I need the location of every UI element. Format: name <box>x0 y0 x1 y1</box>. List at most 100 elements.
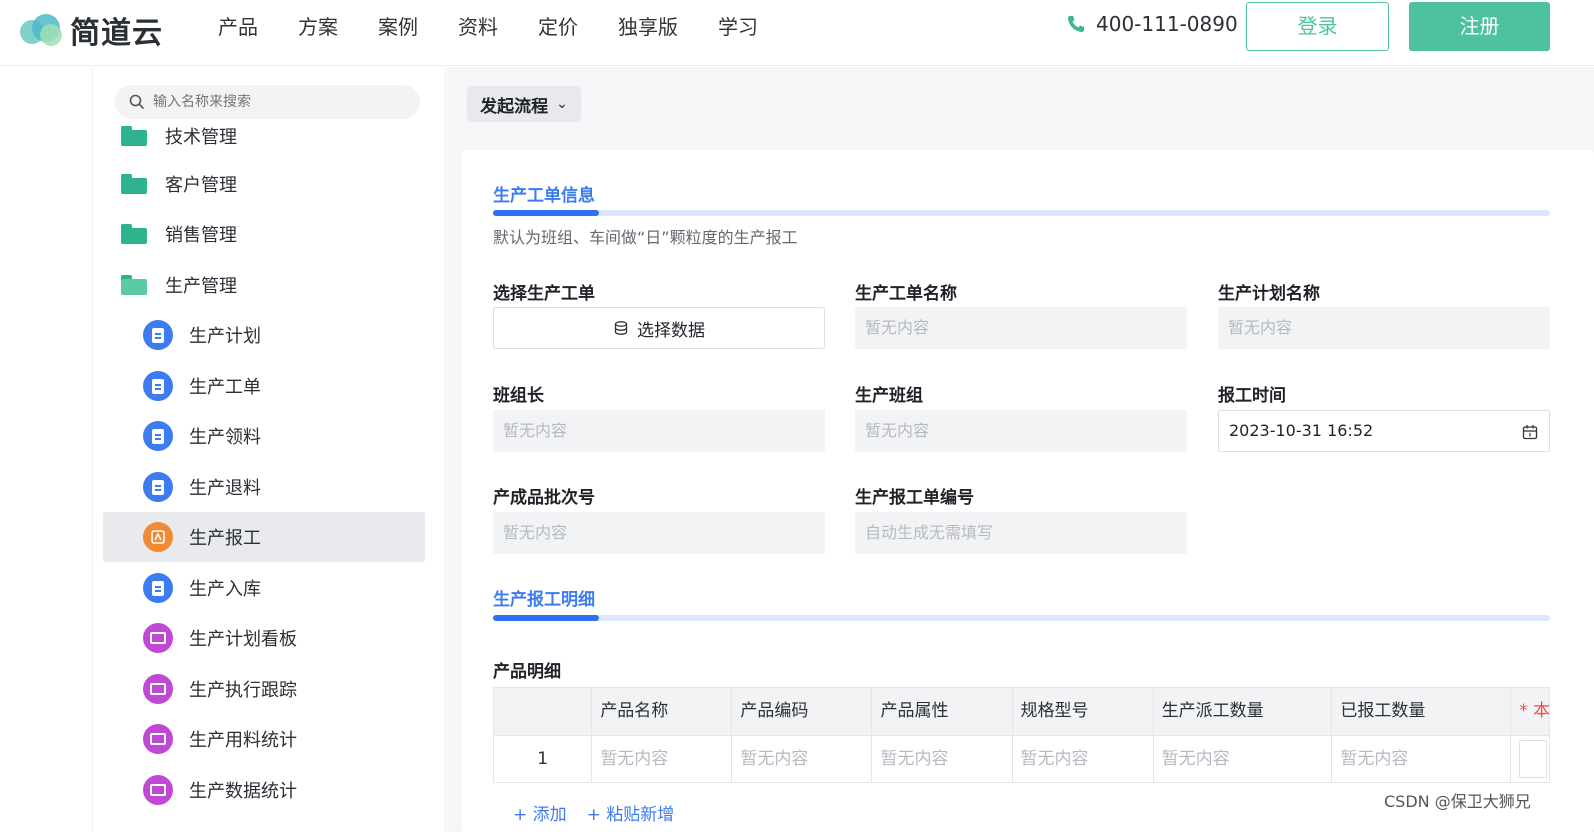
sidebar-item-label: 生产工单 <box>189 377 261 398</box>
report-time-value: 2023-10-31 16:52 <box>1229 421 1374 440</box>
database-icon <box>614 321 628 335</box>
table-cell-input[interactable] <box>1511 736 1549 782</box>
calendar-icon[interactable] <box>1522 424 1538 440</box>
search-icon <box>129 94 145 110</box>
sidebar-folder-customer[interactable]: 客户管理 <box>103 159 425 209</box>
sidebar-item-label: 生产报工 <box>189 528 261 549</box>
nav-item-solutions[interactable]: 方案 <box>298 12 338 42</box>
sidebar-folder-partial[interactable]: 技术管理 <box>103 111 425 161</box>
form-card: 生产工单信息 默认为班组、车间做“日”颗粒度的生产报工 选择生产工单 选择数据 … <box>462 150 1594 832</box>
field-label-team-leader: 班组长 <box>493 386 544 406</box>
sidebar-item-label: 生产计划看板 <box>189 629 297 650</box>
column-header: 规格型号 <box>1013 688 1154 735</box>
sidebar-item-execution-tracking[interactable]: 生产执行跟踪 <box>103 664 425 714</box>
sidebar-folder-sales[interactable]: 销售管理 <box>103 209 425 259</box>
table-cell: 暂无内容 <box>1154 736 1333 782</box>
field-label-batch-no: 产成品批次号 <box>493 488 595 508</box>
sidebar-item-label: 生产退料 <box>189 478 261 499</box>
form-icon <box>143 371 173 401</box>
phone-contact: 400-111-0890 <box>1066 12 1238 36</box>
sidebar-item-material-pick[interactable]: 生产领料 <box>103 411 425 461</box>
login-button[interactable]: 登录 <box>1246 2 1389 51</box>
app-sidebar: 技术管理 客户管理 销售管理 生产管理 生产计划 生产工单 生产领料 生产退料 … <box>92 67 446 832</box>
folder-open-icon <box>121 275 147 295</box>
column-header: 已报工数量 <box>1332 688 1512 735</box>
brand-logo[interactable]: 简道云 <box>18 8 163 52</box>
sidebar-item-label: 生产入库 <box>189 579 261 600</box>
sidebar-item-warehouse-in[interactable]: 生产入库 <box>103 563 425 613</box>
report-time-input[interactable]: 2023-10-31 16:52 <box>1218 410 1550 452</box>
flow-icon <box>143 522 173 552</box>
sidebar-item-data-stats[interactable]: 生产数据统计 <box>103 765 425 815</box>
sidebar-item-label: 生产用料统计 <box>189 730 297 751</box>
nav-item-dedicated[interactable]: 独享版 <box>618 12 678 42</box>
column-header-required: * 本 <box>1519 701 1550 721</box>
batch-no-field: 暂无内容 <box>493 512 825 554</box>
sidebar-item-plan-board[interactable]: 生产计划看板 <box>103 613 425 663</box>
nav-item-pricing[interactable]: 定价 <box>538 12 578 42</box>
sidebar-item-label: 生产计划 <box>189 326 261 347</box>
logo-icon <box>18 10 66 50</box>
field-label-report-time: 报工时间 <box>1218 386 1286 406</box>
sidebar-item-label: 生产领料 <box>189 427 261 448</box>
top-navigation-bar: 简道云 产品 方案 案例 资料 定价 独享版 学习 400-111-0890 登… <box>0 0 1594 66</box>
chevron-down-icon: ⌄ <box>556 96 568 112</box>
column-header: 产品名称 <box>592 688 733 735</box>
table-cell: 暂无内容 <box>1013 736 1154 782</box>
field-label-report-no: 生产报工单编号 <box>855 488 974 508</box>
team-leader-field: 暂无内容 <box>493 410 825 452</box>
main-content: 发起流程 ⌄ 生产工单信息 默认为班组、车间做“日”颗粒度的生产报工 选择生产工… <box>447 67 1594 832</box>
table-row: 1 暂无内容 暂无内容 暂无内容 暂无内容 暂无内容 暂无内容 <box>494 735 1549 782</box>
nav-item-product[interactable]: 产品 <box>218 12 258 42</box>
phone-icon <box>1068 16 1084 32</box>
start-flow-dropdown[interactable]: 发起流程 ⌄ <box>467 86 581 122</box>
table-header-row: 产品名称 产品编码 产品属性 规格型号 生产派工数量 已报工数量 * 本 <box>494 688 1550 735</box>
subform-title-product-detail: 产品明细 <box>493 662 561 682</box>
dashboard-icon <box>143 775 173 805</box>
team-field: 暂无内容 <box>855 410 1187 452</box>
start-flow-label: 发起流程 <box>480 96 549 117</box>
field-label-select-order: 选择生产工单 <box>493 284 595 304</box>
table-cell: 暂无内容 <box>872 736 1013 782</box>
nav-item-resources[interactable]: 资料 <box>458 12 498 42</box>
nav-item-cases[interactable]: 案例 <box>378 12 418 42</box>
sidebar-item-label: 技术管理 <box>165 127 237 148</box>
select-data-button[interactable]: 选择数据 <box>493 307 825 349</box>
plan-name-field: 暂无内容 <box>1218 307 1550 349</box>
field-label-team: 生产班组 <box>855 386 923 406</box>
register-button[interactable]: 注册 <box>1409 2 1550 51</box>
row-index: 1 <box>494 736 593 782</box>
sidebar-item-label: 客户管理 <box>165 175 237 196</box>
nav-item-learn[interactable]: 学习 <box>718 12 758 42</box>
sidebar-item-material-return[interactable]: 生产退料 <box>103 462 425 512</box>
phone-number: 400-111-0890 <box>1096 12 1238 36</box>
watermark: CSDN @保卫大狮兄 <box>1384 792 1531 811</box>
form-icon <box>143 320 173 350</box>
section-title-order-info: 生产工单信息 <box>493 186 595 206</box>
sidebar-item-material-stats[interactable]: 生产用料统计 <box>103 714 425 764</box>
search-input[interactable] <box>153 94 413 110</box>
form-icon <box>143 472 173 502</box>
sidebar-item-production-report[interactable]: 生产报工 <box>103 512 425 562</box>
section-title-report-detail: 生产报工明细 <box>493 590 595 610</box>
add-row-button[interactable]: + 添加 <box>513 800 567 825</box>
section-description: 默认为班组、车间做“日”颗粒度的生产报工 <box>493 228 798 247</box>
sidebar-item-production-plan[interactable]: 生产计划 <box>103 310 425 360</box>
dashboard-icon <box>143 623 173 653</box>
folder-icon <box>121 224 147 244</box>
sidebar-folder-production[interactable]: 生产管理 <box>103 260 425 310</box>
section-divider <box>493 210 1550 216</box>
left-gutter <box>0 67 92 832</box>
column-header: 生产派工数量 <box>1154 688 1333 735</box>
paste-add-button[interactable]: + 粘贴新增 <box>587 800 675 825</box>
column-header: 产品属性 <box>872 688 1013 735</box>
sidebar-item-work-order[interactable]: 生产工单 <box>103 361 425 411</box>
sidebar-item-label: 生产管理 <box>165 276 237 297</box>
folder-icon <box>121 126 147 146</box>
table-cell: 暂无内容 <box>592 736 733 782</box>
field-label-order-name: 生产工单名称 <box>855 284 957 304</box>
select-data-label: 选择数据 <box>637 320 705 341</box>
order-name-field: 暂无内容 <box>855 307 1187 349</box>
form-icon <box>143 421 173 451</box>
main-nav: 产品 方案 案例 资料 定价 独享版 学习 <box>218 12 798 42</box>
